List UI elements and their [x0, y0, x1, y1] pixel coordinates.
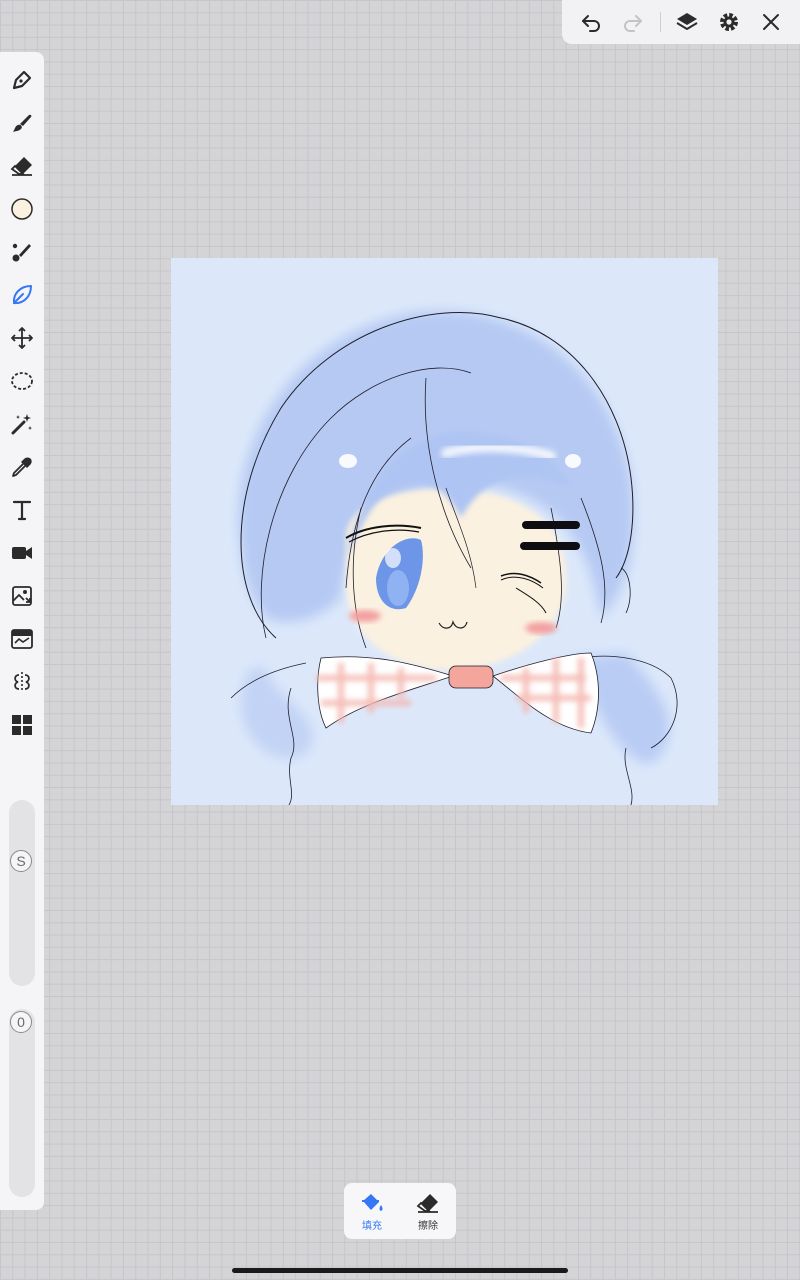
move-tool[interactable] [8, 324, 36, 352]
image-import-icon [12, 586, 32, 606]
color-circle-icon [11, 198, 33, 220]
eraser-tool[interactable] [8, 152, 36, 180]
color-picker-button[interactable] [8, 195, 36, 223]
paint-bucket-icon [362, 1193, 383, 1211]
eyedropper-tool[interactable] [8, 453, 36, 481]
eyedropper-icon [12, 457, 32, 477]
filter-icon [11, 629, 33, 649]
eraser-icon [416, 1193, 438, 1213]
top-toolbar [562, 0, 800, 44]
brush-tool[interactable] [8, 109, 36, 137]
close-icon [763, 14, 780, 30]
lasso-tool[interactable] [8, 367, 36, 395]
opacity-knob[interactable]: 0 [10, 1011, 32, 1033]
symmetry-tool[interactable] [8, 668, 36, 696]
erase-label: 擦除 [418, 1220, 438, 1232]
image-import-tool[interactable] [8, 582, 36, 610]
toolbar-divider [659, 12, 661, 32]
brush-size-knob[interactable]: S [10, 850, 32, 872]
home-indicator[interactable] [232, 1268, 568, 1273]
move-icon [11, 327, 33, 349]
redo-button[interactable] [618, 7, 648, 37]
fill-erase-popup: 填充 擦除 [344, 1183, 456, 1239]
magic-wand-icon [11, 414, 32, 435]
video-icon [12, 547, 32, 559]
filter-tool[interactable] [8, 625, 36, 653]
artwork [230, 310, 678, 805]
leaf-brush-tool[interactable] [8, 281, 36, 309]
text-tool[interactable] [8, 496, 36, 524]
settings-icon [720, 13, 739, 31]
opacity-slider[interactable]: 0 [9, 1009, 35, 1197]
smudge-icon [12, 243, 31, 262]
smudge-tool[interactable] [8, 238, 36, 266]
brush-size-slider[interactable]: S [9, 800, 35, 986]
symmetry-icon [14, 672, 30, 692]
eraser-icon [10, 157, 32, 176]
text-icon [12, 500, 32, 521]
pen-icon [12, 70, 32, 90]
materials-tool[interactable] [8, 711, 36, 739]
close-button[interactable] [756, 7, 786, 37]
layers-icon [676, 13, 698, 30]
erase-button[interactable]: 擦除 [403, 1191, 453, 1232]
fill-label: 填充 [362, 1220, 382, 1232]
lasso-icon [11, 372, 33, 390]
magic-wand-tool[interactable] [8, 410, 36, 438]
materials-icon [12, 715, 32, 735]
settings-button[interactable] [714, 7, 744, 37]
undo-icon [581, 15, 600, 32]
redo-icon [623, 15, 642, 32]
pen-tool[interactable] [8, 66, 36, 94]
tool-sidebar: S 0 [0, 52, 44, 1210]
undo-button[interactable] [576, 7, 606, 37]
fill-button[interactable]: 填充 [347, 1191, 397, 1232]
video-tool[interactable] [8, 539, 36, 567]
drawing-canvas[interactable] [171, 258, 718, 805]
brush-icon [13, 114, 32, 132]
layers-button[interactable] [672, 7, 702, 37]
leaf-brush-icon [12, 285, 32, 305]
